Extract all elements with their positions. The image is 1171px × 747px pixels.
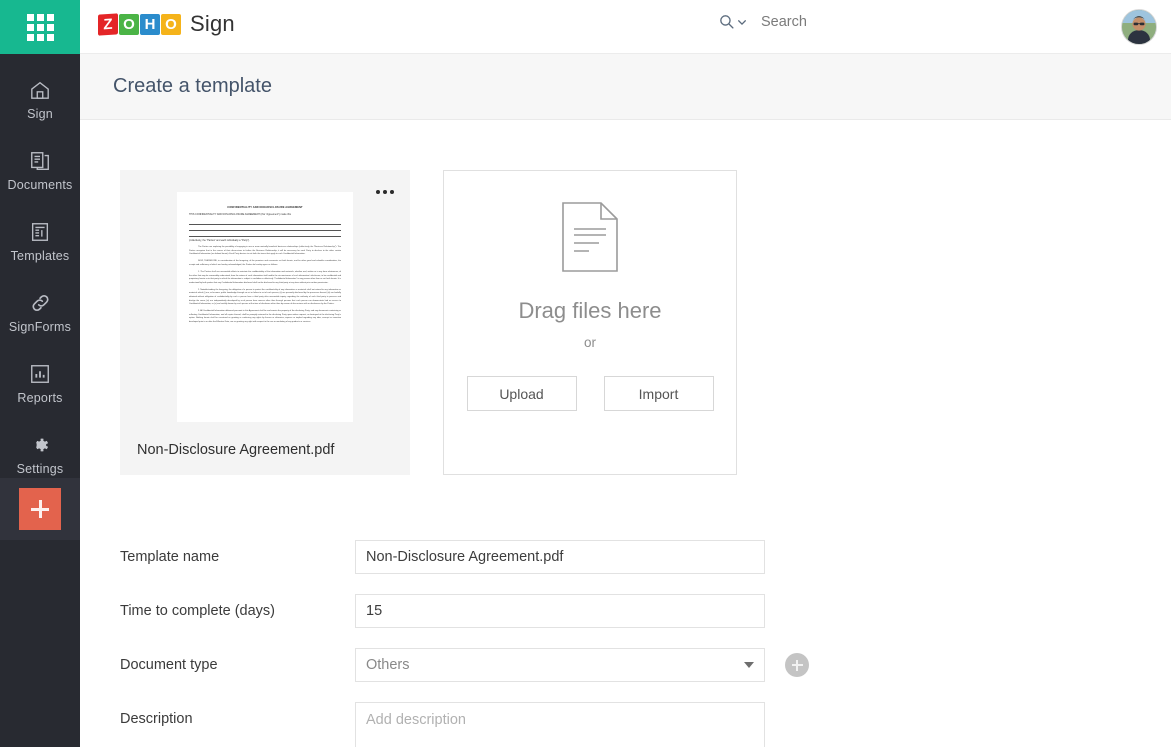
zoho-logo-letter: Z xyxy=(98,12,118,36)
search-icon xyxy=(720,15,734,29)
zoho-logo-letter: O xyxy=(119,13,139,35)
zoho-logo: Z O H O xyxy=(98,12,181,36)
drop-zone-title: Drag files here xyxy=(518,298,662,323)
preview-lead: THIS CONFIDENTIALITY AND NON-DISCLOSURE … xyxy=(189,213,291,216)
search-scope-toggle[interactable] xyxy=(718,13,747,30)
preview-title: CONFIDENTIALITY AND NON-DISCLOSURE AGREE… xyxy=(227,206,303,209)
document-thumbnail: CONFIDENTIALITY AND NON-DISCLOSURE AGREE… xyxy=(120,170,410,425)
home-icon xyxy=(29,79,51,101)
preview-paragraph: 2. Notwithstanding the foregoing, the ob… xyxy=(189,288,341,306)
sidebar-item-label: SignForms xyxy=(8,319,72,334)
templates-icon xyxy=(29,221,51,243)
time-to-complete-control xyxy=(355,594,765,628)
sidebar-item-reports[interactable]: Reports xyxy=(0,348,80,419)
page-title: Create a template xyxy=(113,75,272,97)
template-details-form: Template name Time to complete (days) Do… xyxy=(120,540,1120,747)
form-row-template-name: Template name xyxy=(120,540,1120,574)
sidebar-nav: Sign Documents Templates SignForms Repor… xyxy=(0,54,80,490)
time-to-complete-input[interactable] xyxy=(355,594,765,628)
page-header: Create a template xyxy=(80,54,1171,120)
preview-paragraph: 3. All Confidential Information delivere… xyxy=(189,310,341,323)
sidebar-item-label: Sign xyxy=(27,106,53,121)
document-type-select[interactable]: Others xyxy=(355,648,765,682)
more-options-icon[interactable] xyxy=(376,190,394,194)
preview-blank-line xyxy=(189,233,341,237)
document-type-label: Document type xyxy=(120,657,218,673)
sidebar-item-documents[interactable]: Documents xyxy=(0,135,80,206)
document-type-selected-value: Others xyxy=(366,657,410,673)
import-button[interactable]: Import xyxy=(603,376,714,411)
description-control xyxy=(355,702,765,747)
preview-blank-line xyxy=(189,227,341,231)
sidebar-item-templates[interactable]: Templates xyxy=(0,206,80,277)
sidebar-item-signforms[interactable]: SignForms xyxy=(0,277,80,348)
zoho-sign-app: Sign Documents Templates SignForms Repor… xyxy=(0,0,1171,747)
description-label: Description xyxy=(120,711,193,727)
plus-circle-icon xyxy=(791,659,803,671)
create-new-button[interactable] xyxy=(19,488,61,530)
file-drop-zone[interactable]: Drag files here or Upload Import xyxy=(443,170,737,475)
add-document-type-button[interactable] xyxy=(785,653,809,677)
chevron-down-icon xyxy=(744,662,754,668)
chevron-down-icon xyxy=(738,19,746,25)
document-type-control: Others xyxy=(355,648,809,682)
plus-icon xyxy=(31,500,49,518)
gear-icon xyxy=(29,434,51,456)
sidebar-item-label: Settings xyxy=(16,461,64,476)
document-file-name: Non-Disclosure Agreement.pdf xyxy=(137,442,335,458)
form-row-time-to-complete: Time to complete (days) xyxy=(120,594,1120,628)
brand-name: Sign xyxy=(190,11,235,36)
zoho-logo-letter: H xyxy=(140,13,160,35)
link-icon xyxy=(29,292,52,314)
brand[interactable]: Z O H O Sign xyxy=(98,11,235,37)
main-content: CONFIDENTIALITY AND NON-DISCLOSURE AGREE… xyxy=(80,120,1171,747)
sidebar-item-label: Templates xyxy=(10,248,70,263)
sidebar-item-sign[interactable]: Sign xyxy=(0,64,80,135)
preview-collective: (collectively, the "Parties" and each in… xyxy=(189,238,250,242)
create-new-container xyxy=(0,478,80,540)
form-row-description: Description xyxy=(120,702,1120,747)
app-launcher-button[interactable] xyxy=(0,0,80,54)
time-to-complete-label: Time to complete (days) xyxy=(120,603,275,619)
template-name-label: Template name xyxy=(120,549,220,565)
apps-grid-icon xyxy=(26,13,54,41)
preview-paragraph: 1. The Parties shall use reasonable effo… xyxy=(189,271,341,284)
user-avatar xyxy=(1122,10,1156,44)
drop-zone-or-label: or xyxy=(583,335,596,350)
template-name-control xyxy=(355,540,765,574)
top-bar: Z O H O Sign Search xyxy=(80,0,1171,54)
document-preview-page: CONFIDENTIALITY AND NON-DISCLOSURE AGREE… xyxy=(177,192,353,422)
upload-button[interactable]: Upload xyxy=(466,376,577,411)
description-textarea[interactable] xyxy=(355,702,765,747)
drop-zone-buttons: Upload Import xyxy=(466,376,714,411)
cards-row: CONFIDENTIALITY AND NON-DISCLOSURE AGREE… xyxy=(120,170,737,475)
form-row-document-type: Document type Others xyxy=(120,648,1120,682)
search-area: Search xyxy=(718,13,807,30)
document-file-icon xyxy=(561,201,619,278)
sidebar-item-label: Documents xyxy=(7,177,73,192)
zoho-logo-letter: O xyxy=(161,13,181,35)
search-input[interactable]: Search xyxy=(761,14,807,30)
preview-paragraph: NOW, THEREFORE, in consideration of the … xyxy=(189,260,341,266)
sidebar: Sign Documents Templates SignForms Repor… xyxy=(0,0,80,747)
bar-chart-icon xyxy=(29,363,51,385)
preview-paragraph: The Parties are exploring the possibilit… xyxy=(189,246,341,256)
avatar[interactable] xyxy=(1121,9,1157,45)
document-card[interactable]: CONFIDENTIALITY AND NON-DISCLOSURE AGREE… xyxy=(120,170,410,475)
sidebar-item-label: Reports xyxy=(17,390,63,405)
template-name-input[interactable] xyxy=(355,540,765,574)
preview-blank-line xyxy=(189,221,341,225)
documents-icon xyxy=(29,150,51,172)
